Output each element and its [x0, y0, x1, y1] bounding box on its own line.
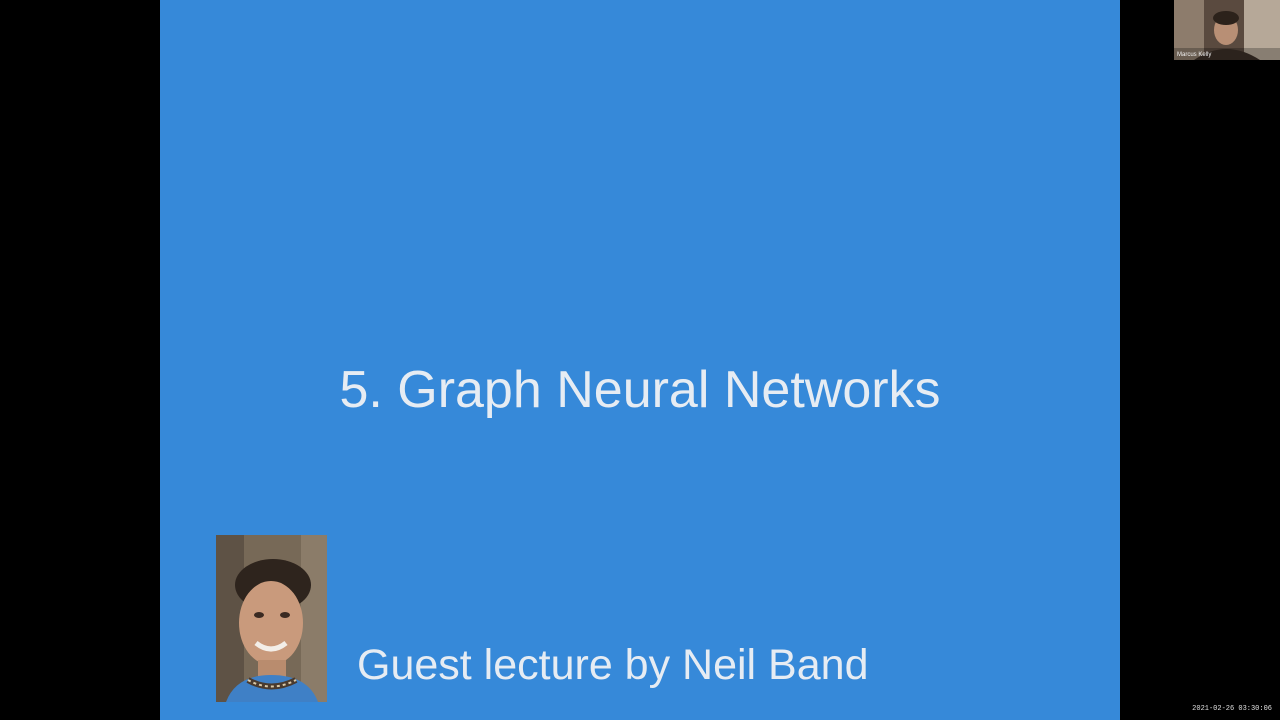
speaker-photo	[216, 535, 327, 702]
participant-name: Marcus Kelly	[1177, 52, 1212, 58]
recording-timestamp: 2021-02-26 03:30:06	[1192, 705, 1272, 713]
slide-subtitle: Guest lecture by Neil Band	[357, 641, 869, 689]
slide-title: 5. Graph Neural Networks	[339, 361, 941, 419]
person-photo-icon	[216, 535, 327, 702]
participant-video-thumbnail[interactable]: Marcus Kelly	[1174, 0, 1280, 60]
presentation-slide: 5. Graph Neural Networks Guest lecture b…	[160, 0, 1120, 720]
screen: 5. Graph Neural Networks Guest lecture b…	[0, 0, 1280, 720]
